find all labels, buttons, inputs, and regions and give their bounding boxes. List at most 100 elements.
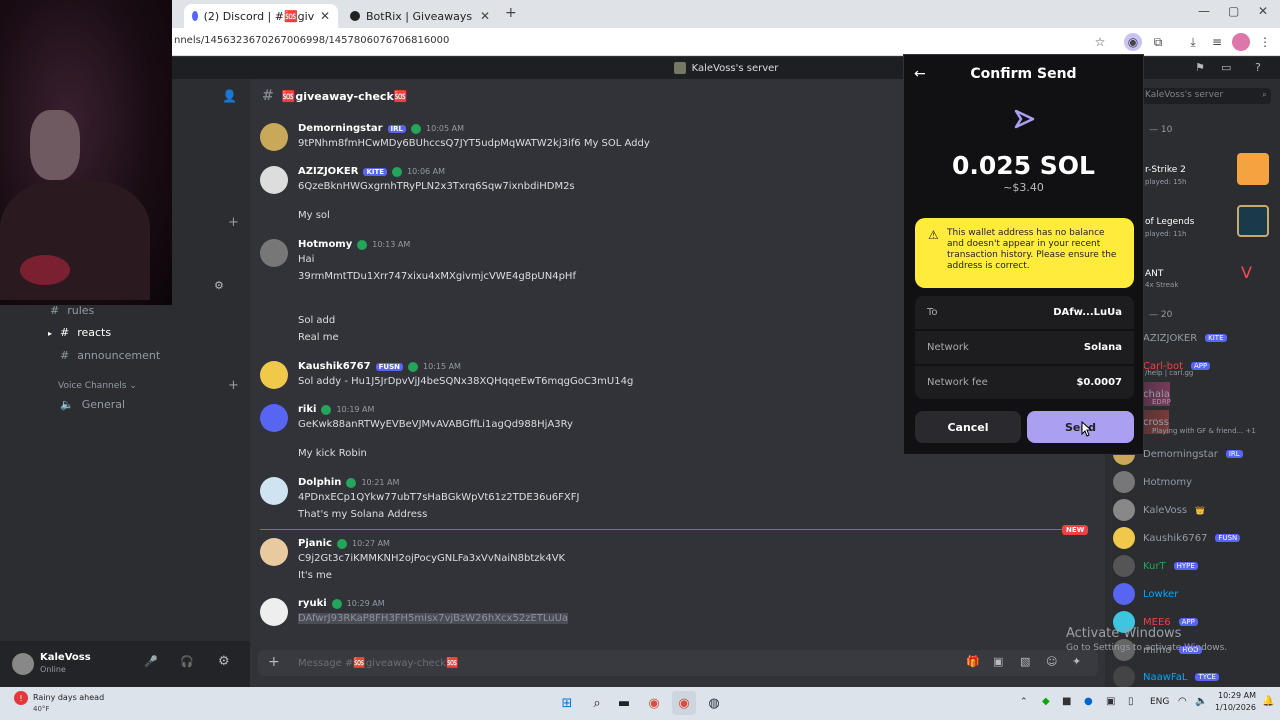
- channel-settings-icon[interactable]: ⚙: [214, 279, 224, 292]
- avatar[interactable]: [260, 538, 288, 566]
- steam-icon[interactable]: ◍: [702, 691, 726, 715]
- member-item[interactable]: NaawFaL TYCE: [1113, 665, 1219, 689]
- reading-list-icon[interactable]: ≡: [1208, 33, 1226, 51]
- avatar[interactable]: [12, 653, 34, 675]
- inbox-icon[interactable]: ▭: [1221, 61, 1231, 74]
- member-item[interactable]: KaleVoss 👑: [1113, 498, 1205, 522]
- tray-app-icon[interactable]: ▯: [1128, 696, 1134, 707]
- tray-chevron-icon[interactable]: ⌃: [1020, 697, 1028, 707]
- cancel-button[interactable]: Cancel: [915, 411, 1021, 443]
- headphones-icon[interactable]: 🎧: [180, 655, 194, 668]
- sticker-icon[interactable]: ▧: [1020, 655, 1030, 668]
- clock-time[interactable]: 10:29 AM: [1216, 691, 1256, 700]
- avatar[interactable]: [260, 598, 288, 626]
- channel-announcement[interactable]: # announcement: [60, 344, 160, 366]
- tab-botrix[interactable]: BotRix | Giveaways ✕: [342, 4, 498, 28]
- member-item[interactable]: Lowker: [1113, 582, 1178, 606]
- server-icon: [673, 62, 686, 74]
- gif-icon[interactable]: ▣: [993, 655, 1003, 668]
- author-name[interactable]: Kaushik6767: [298, 361, 371, 372]
- author-name[interactable]: ryuki: [298, 598, 327, 609]
- notification-bell-icon[interactable]: 🔔: [1262, 696, 1274, 707]
- wifi-icon[interactable]: ◠: [1178, 696, 1187, 707]
- search-placeholder: KaleVoss's server: [1145, 90, 1224, 100]
- apps-icon[interactable]: ✦: [1072, 655, 1081, 668]
- add-friend-icon[interactable]: 👤: [222, 89, 237, 103]
- threads-icon[interactable]: ⚑: [1195, 61, 1205, 74]
- search-input[interactable]: KaleVoss's server ⌕: [1141, 88, 1271, 104]
- new-tab-icon[interactable]: +: [505, 5, 517, 21]
- member-activity: /help | carl.gg: [1145, 369, 1194, 377]
- channel-label: General: [81, 397, 126, 411]
- chrome-active-icon[interactable]: ◉: [672, 691, 696, 715]
- phantom-extension-icon[interactable]: ◉: [1124, 33, 1142, 51]
- extensions-icon[interactable]: ⧉: [1149, 33, 1167, 51]
- clan-tag: FUSN: [375, 362, 403, 371]
- selected-message-text[interactable]: DAfwrJ93RKaP8FH3FH5misx7vjBzW26hXcx52zET…: [298, 613, 569, 624]
- timestamp: 10:21 AM: [361, 478, 400, 487]
- activity-title: r-Strike 2: [1145, 165, 1186, 175]
- help-icon[interactable]: ?: [1255, 61, 1261, 74]
- author-name[interactable]: Pjanic: [298, 538, 332, 549]
- avatar[interactable]: [260, 123, 288, 151]
- gift-icon[interactable]: 🎁: [966, 655, 980, 668]
- author-name[interactable]: Demorningstar: [298, 123, 383, 134]
- member-item[interactable]: Kaushik6767 FUSN: [1113, 526, 1241, 550]
- avatar[interactable]: [260, 477, 288, 505]
- file-explorer-icon[interactable]: ▬: [612, 691, 636, 715]
- message-input[interactable]: + Message #🆘giveaway-check🆘 🎁 ▣ ▧ ☺ ✦: [258, 650, 1098, 676]
- avatar[interactable]: [260, 166, 288, 194]
- counter-strike-icon: [1237, 153, 1269, 185]
- author-name[interactable]: riki: [298, 404, 316, 415]
- emoji-icon[interactable]: ☺: [1046, 655, 1057, 668]
- address-bar[interactable]: nnels/1456323670267006998/14578060767068…: [0, 28, 1280, 56]
- voice-category[interactable]: Voice Channels ⌄: [58, 381, 137, 391]
- author-name[interactable]: AZIZJOKER: [298, 166, 358, 177]
- channel-reacts[interactable]: # reacts: [60, 321, 111, 343]
- channel-label: reacts: [77, 325, 112, 339]
- member-item[interactable]: KurT HYPE: [1113, 554, 1198, 578]
- weather-temp: 40°F: [33, 705, 50, 713]
- minimize-icon[interactable]: —: [1198, 4, 1210, 18]
- voice-channel-general[interactable]: 🔈 General: [60, 393, 125, 415]
- tab-discord[interactable]: (2) Discord | #🆘giveaway-check🆘 ✕: [184, 4, 338, 28]
- maximize-icon[interactable]: ▢: [1228, 4, 1239, 18]
- close-tab-icon[interactable]: ✕: [480, 9, 490, 23]
- weather-alert-icon[interactable]: !: [14, 691, 28, 705]
- add-channel-icon[interactable]: +: [228, 215, 239, 230]
- member-item[interactable]: Hotmomy: [1113, 470, 1192, 494]
- member-name: Lowker: [1143, 588, 1179, 600]
- profile-avatar[interactable]: [1232, 33, 1250, 51]
- language-indicator[interactable]: ENG: [1150, 697, 1169, 707]
- mute-mic-icon[interactable]: 🎤: [144, 655, 158, 668]
- windows-start-icon[interactable]: ⊞: [555, 691, 579, 715]
- chrome-icon[interactable]: ◉: [642, 691, 666, 715]
- tray-app-icon[interactable]: ▣: [1106, 696, 1115, 707]
- clock-date[interactable]: 1/10/2026: [1212, 703, 1256, 712]
- add-voice-channel-icon[interactable]: +: [228, 378, 239, 393]
- user-panel: KaleVoss Online 🎤 🎧 ⚙: [0, 641, 250, 687]
- bookmark-star-icon[interactable]: ☆: [1091, 33, 1109, 51]
- avatar[interactable]: [260, 361, 288, 389]
- tray-app-icon[interactable]: ◆: [1042, 696, 1050, 707]
- avatar[interactable]: [260, 404, 288, 432]
- channel-title: 🆘giveaway-check🆘: [281, 89, 408, 103]
- window-close-icon[interactable]: ✕: [1258, 4, 1268, 18]
- volume-icon[interactable]: 🔈: [1195, 696, 1207, 707]
- message-header: riki 10:19 AM: [298, 404, 374, 415]
- download-icon[interactable]: ⤓: [1184, 33, 1202, 51]
- tray-app-icon[interactable]: ●: [1084, 696, 1093, 707]
- author-name[interactable]: Hotmomy: [298, 239, 352, 250]
- author-name[interactable]: Dolphin: [298, 477, 341, 488]
- search-icon[interactable]: ⌕: [585, 691, 609, 715]
- row-label: To: [927, 307, 938, 318]
- tray-app-icon[interactable]: ■: [1062, 696, 1071, 707]
- avatar[interactable]: [260, 239, 288, 267]
- browser-menu-icon[interactable]: ⋮: [1256, 33, 1274, 51]
- close-tab-icon[interactable]: ✕: [320, 9, 330, 23]
- member-name: Kaushik6767: [1143, 532, 1208, 544]
- weather-title[interactable]: Rainy days ahead: [33, 693, 104, 702]
- add-attachment-icon[interactable]: +: [268, 654, 280, 670]
- user-settings-icon[interactable]: ⚙: [218, 654, 230, 669]
- url-text[interactable]: nnels/1456323670267006998/14578060767068…: [174, 35, 449, 46]
